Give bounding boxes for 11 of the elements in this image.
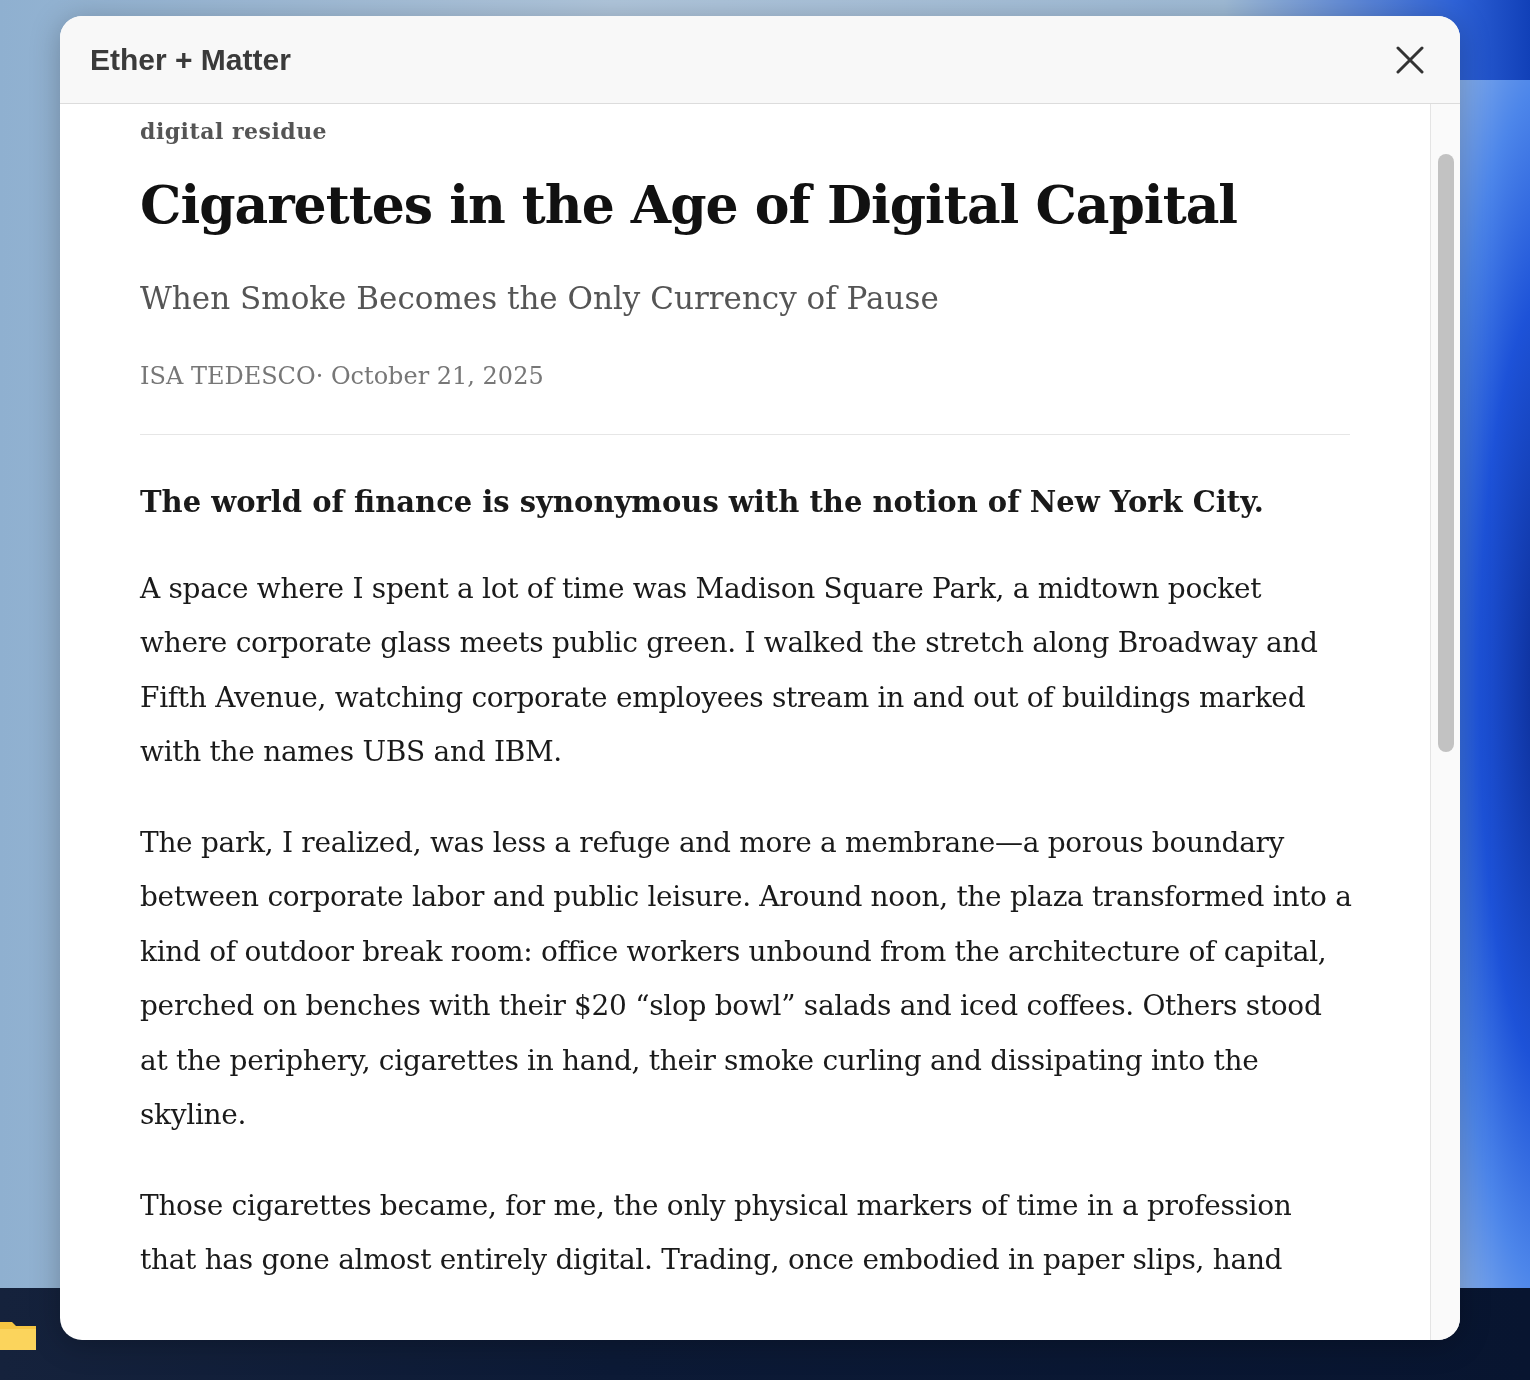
article-kicker: digital residue xyxy=(140,118,329,144)
article-byline: ISA TEDESCO· October 21, 2025 xyxy=(140,362,545,391)
scrollbar-thumb[interactable] xyxy=(1437,154,1454,752)
lead-paragraph: The world of finance is synonymous with the notion of New York City. xyxy=(140,484,1265,522)
article-subtitle: When Smoke Becomes the Only Currency of Pause xyxy=(140,280,940,317)
article-title: Cigarettes in the Age of Digital Capital xyxy=(140,174,1239,237)
close-icon xyxy=(1396,45,1424,74)
window-title: Ether + Matter xyxy=(90,42,291,77)
article-paragraph: A space where I spent a lot of time was Madison Square Park, a midtown pocket where corporate glass meets public green. I walked the stretch along Broadway and Fifth Avenue, watching corporate employees stream in and out of buildings marked with the names UBS and IBM. xyxy=(140,570,1319,771)
article-paragraph: The park, I realized, was less a refuge and more a membrane—a porous boundary between corporate labor and public leisure. Around noon, the plaza transformed into a kind of outdoor break room: office workers unbound from the architecture of capital, perched on benches with their $20 “slop bowl” salads and iced coffees. Others stood at the periphery, cigarettes in hand, their smoke curling and dissipating into the skyline. xyxy=(140,824,1353,1134)
article-paragraph: Those cigarettes became, for me, the only physical markers of time in a profession that has gone almost entirely digital. Trading, once embodied in paper slips, hand xyxy=(140,1187,1293,1279)
